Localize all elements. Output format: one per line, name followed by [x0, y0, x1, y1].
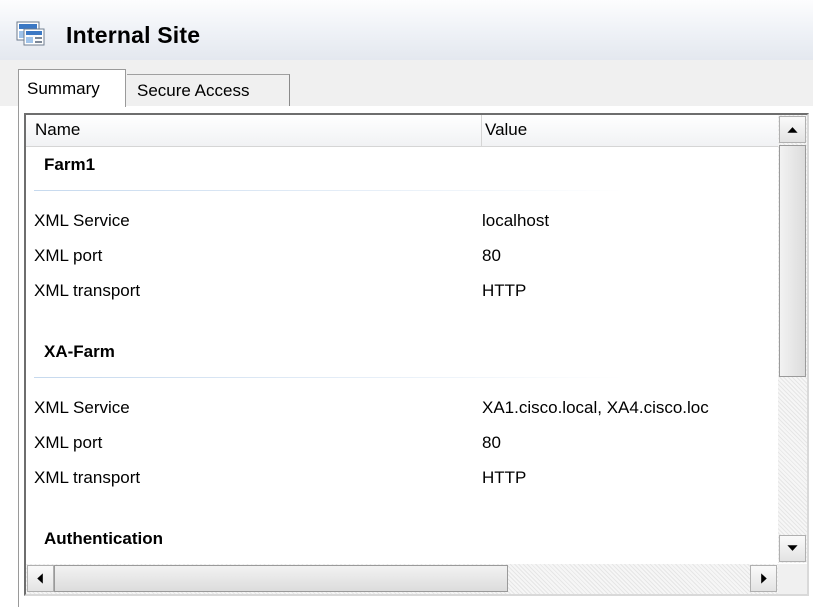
row-name: XML transport — [34, 468, 141, 487]
title-bar: Internal Site — [0, 0, 813, 60]
tab-secure-access[interactable]: Secure Access — [127, 74, 290, 108]
properties-list[interactable]: Name Value Farm1 XML Service localhost X… — [24, 113, 809, 596]
arrow-up-icon — [787, 127, 798, 133]
row-value: HTTP — [482, 281, 527, 300]
column-header-name[interactable]: Name — [35, 120, 80, 140]
column-header-value[interactable]: Value — [485, 120, 527, 140]
row-name: XML port — [34, 246, 103, 265]
arrow-left-icon — [37, 573, 43, 584]
group-divider — [34, 190, 624, 191]
group-header-authentication[interactable]: Authentication — [44, 529, 163, 549]
list-header: Name Value — [26, 115, 778, 147]
arrow-right-icon — [761, 573, 767, 584]
arrow-down-icon — [787, 545, 798, 551]
row-value: HTTP — [482, 468, 527, 487]
scroll-down-button[interactable] — [779, 535, 806, 562]
vertical-scroll-thumb[interactable] — [779, 145, 806, 377]
group-divider — [34, 377, 624, 378]
row-name: XML Service — [34, 398, 130, 417]
scrollbar-corner — [778, 564, 807, 594]
row-value: 80 — [482, 433, 501, 452]
tab-summary[interactable]: Summary — [18, 69, 126, 107]
group-header-xa-farm[interactable]: XA-Farm — [44, 342, 115, 362]
row-value: 80 — [482, 246, 501, 265]
scroll-right-button[interactable] — [750, 565, 777, 592]
horizontal-scrollbar[interactable] — [26, 564, 778, 594]
column-divider[interactable] — [481, 115, 482, 146]
site-window-icon — [16, 21, 45, 46]
row-value: localhost — [482, 211, 550, 230]
scroll-up-button[interactable] — [779, 116, 806, 143]
row-name: XML transport — [34, 281, 141, 300]
group-header-farm1[interactable]: Farm1 — [44, 155, 95, 175]
vertical-scrollbar[interactable] — [778, 115, 807, 563]
horizontal-scroll-thumb[interactable] — [54, 565, 508, 592]
scroll-left-button[interactable] — [27, 565, 54, 592]
page-title: Internal Site — [66, 22, 201, 48]
row-name: XML Service — [34, 211, 130, 230]
row-name: XML port — [34, 433, 103, 452]
row-value: XA1.cisco.local, XA4.cisco.loc — [482, 398, 709, 417]
